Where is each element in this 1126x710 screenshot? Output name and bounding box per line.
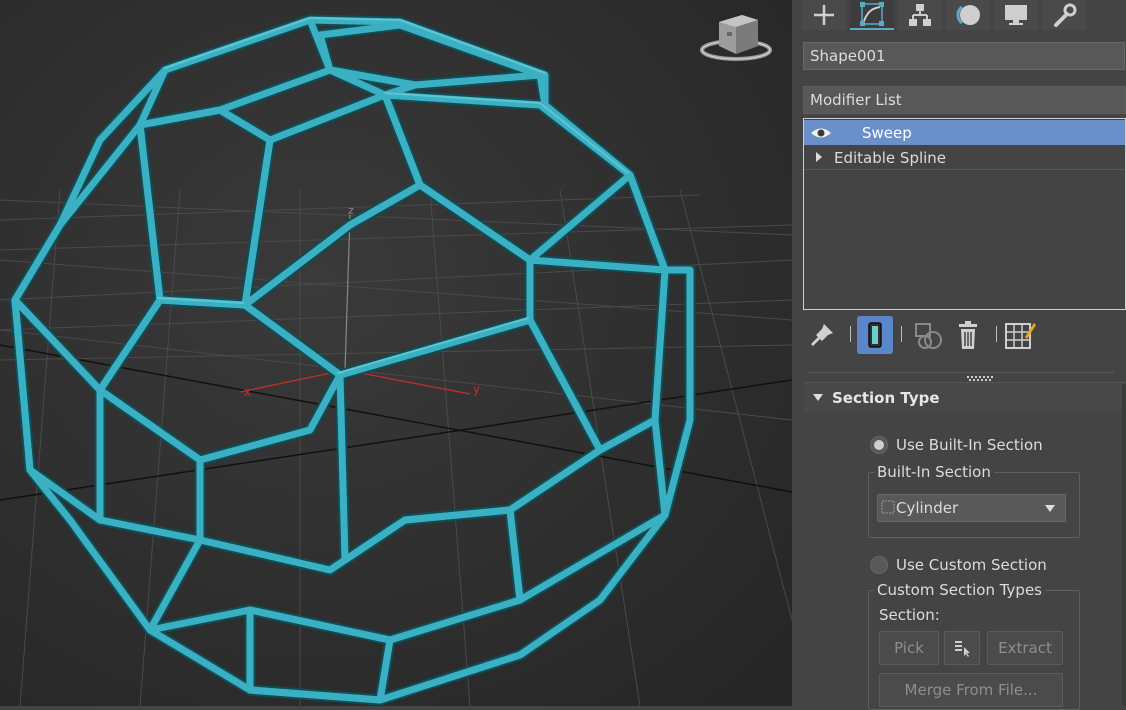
stack-item-sweep[interactable]: Sweep [804,120,1125,145]
axis-x-label: x [244,385,251,399]
configure-modifier-sets-button[interactable] [1002,316,1038,354]
command-panel-tabs [802,0,1126,32]
rollout-title: Section Type [832,389,940,407]
panel-scrollbar[interactable] [1122,384,1126,706]
modifier-stack: Sweep Editable Spline [803,118,1126,310]
create-tab[interactable] [802,0,846,30]
motion-tab[interactable] [946,0,990,30]
hierarchy-tab[interactable] [898,0,942,30]
eye-icon[interactable] [809,124,833,142]
viewport-canvas[interactable]: x y z [0,0,792,706]
command-panel: Shape001 Modifier List Sweep Editable Sp… [792,0,1126,710]
pin-icon [811,324,833,346]
stack-item-label: Sweep [862,124,912,142]
extract-button[interactable]: Extract [987,631,1063,665]
use-custom-section-radio[interactable] [870,556,888,574]
section-type-rollout-header[interactable]: Section Type [804,382,1126,413]
hierarchy-icon [909,4,931,26]
axis-y-label: y [473,382,480,396]
section-label: Section: [879,606,940,624]
pick-button[interactable]: Pick [879,631,939,665]
modify-tab[interactable] [850,0,894,30]
remove-modifier-button[interactable] [950,316,986,354]
modifier-list-dropdown[interactable]: Modifier List [803,86,1126,114]
make-unique-icon [915,323,942,349]
pick-list-icon [955,641,970,657]
trash-icon [959,321,977,349]
stack-item-editable-spline[interactable]: Editable Spline [804,145,1125,170]
motion-icon [956,5,980,25]
expand-arrow-icon[interactable] [815,151,825,163]
pin-stack-button[interactable] [804,316,840,354]
show-end-result-button[interactable] [857,316,893,354]
merge-from-file-button[interactable]: Merge From File... [879,673,1063,707]
wrench-icon [1054,3,1077,27]
object-name-field[interactable]: Shape001 [803,42,1125,70]
display-tab[interactable] [994,0,1038,30]
plus-icon [814,5,834,25]
custom-section-group-label: Custom Section Types [874,581,1045,599]
dropdown-arrow-icon [1045,505,1055,512]
modify-icon [860,2,884,26]
axis-z-label: z [348,204,354,217]
builtin-section-dropdown[interactable]: Cylinder [877,494,1066,522]
perspective-viewport[interactable]: x y z [0,0,792,706]
monitor-icon [1005,5,1027,25]
builtin-section-value: Cylinder [896,499,959,517]
make-unique-button[interactable] [910,316,946,354]
builtin-section-group-label: Built-In Section [874,463,994,481]
utilities-tab[interactable] [1042,0,1086,30]
use-custom-section-label: Use Custom Section [896,556,1047,574]
cylinder-icon [881,500,895,514]
stack-item-label: Editable Spline [834,149,947,167]
collapse-arrow-icon [813,394,823,401]
panel-splitter-handle[interactable] [966,368,994,381]
end-result-icon [868,322,882,348]
configure-sets-icon [1005,323,1036,349]
use-builtin-section-radio[interactable] [870,436,888,454]
use-builtin-section-label: Use Built-In Section [896,436,1043,454]
pick-shape-button[interactable] [944,631,980,665]
